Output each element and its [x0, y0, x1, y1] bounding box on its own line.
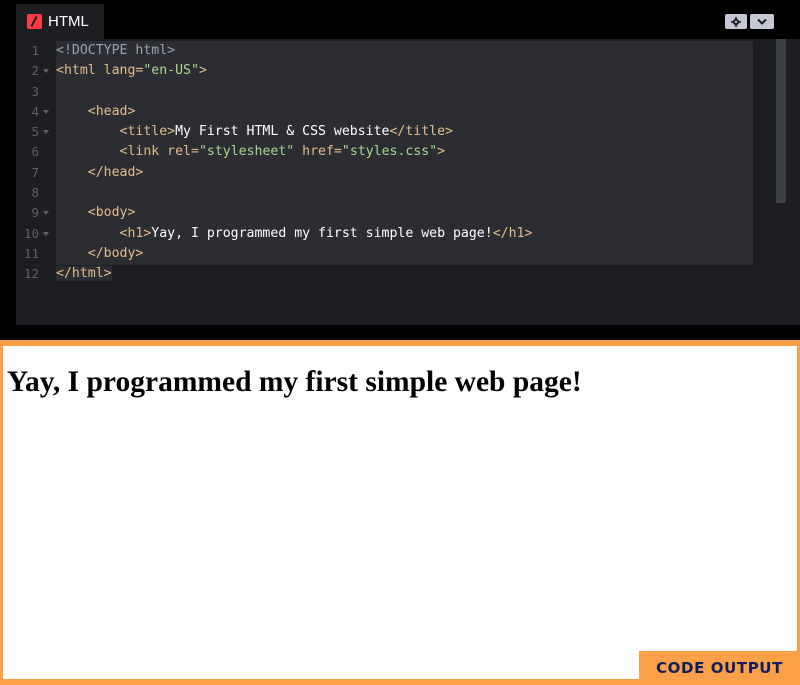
- code-token: "stylesheet": [198, 144, 295, 160]
- settings-button[interactable]: [725, 14, 747, 29]
- code-line[interactable]: </head>: [56, 163, 756, 183]
- line-number-text: 7: [31, 164, 39, 180]
- fold-arrow-icon[interactable]: [43, 211, 49, 216]
- code-line[interactable]: <!DOCTYPE html>: [56, 41, 756, 61]
- line-number-text: 9: [31, 205, 39, 221]
- code-token: <title>: [56, 124, 176, 140]
- code-line[interactable]: [56, 82, 756, 102]
- code-line[interactable]: <body>: [56, 203, 756, 223]
- line-number-text: 11: [23, 245, 39, 261]
- line-number: 9: [16, 203, 56, 223]
- line-number-text: 8: [31, 185, 39, 201]
- code-token: </h1>: [492, 225, 533, 241]
- line-number-gutter: 1 2 3 4 5 6 7 8 9 10 11 12: [16, 41, 56, 285]
- line-number: 4: [16, 102, 56, 122]
- code-line[interactable]: <title>My First HTML & CSS website</titl…: [56, 122, 756, 142]
- rendered-output: Yay, I programmed my first simple web pa…: [3, 346, 797, 679]
- line-number: 10: [16, 224, 56, 244]
- line-number-text: 6: [31, 144, 39, 160]
- line-number: 11: [16, 244, 56, 264]
- code-token: rel: [167, 144, 191, 160]
- code-output-label: CODE OUTPUT: [656, 659, 783, 677]
- code-token: lang: [103, 63, 136, 79]
- code-token: </head>: [56, 164, 144, 180]
- line-number-text: 2: [31, 63, 39, 79]
- code-token: >: [198, 63, 207, 79]
- code-token: <html: [56, 63, 104, 79]
- code-line[interactable]: <head>: [56, 102, 756, 122]
- code-line[interactable]: </body>: [56, 244, 756, 264]
- code-token: Yay, I programmed my first simple web pa…: [151, 225, 493, 241]
- code-editor-panel: HTML 1 2 3 4 5 6 7 8 9 10 11 12 <!DOCTYPE html> <htm…: [0, 0, 800, 325]
- code-token: <head>: [56, 103, 136, 119]
- code-line[interactable]: <link rel="stylesheet" href="styles.css"…: [56, 142, 756, 162]
- code-line[interactable]: [56, 183, 756, 203]
- line-number: 1: [16, 41, 56, 61]
- line-number-text: 12: [23, 266, 39, 282]
- code-token: =: [333, 144, 342, 160]
- code-token: "en-US": [143, 63, 199, 79]
- code-lines[interactable]: <!DOCTYPE html> <html lang="en-US"> <head…: [56, 41, 756, 285]
- line-number: 6: [16, 142, 56, 162]
- tab-html[interactable]: HTML: [16, 4, 104, 39]
- fold-arrow-icon[interactable]: [43, 130, 49, 135]
- line-number-text: 5: [31, 124, 39, 140]
- line-number: 7: [16, 163, 56, 183]
- code-token: <h1>: [56, 225, 152, 241]
- tab-html-label: HTML: [48, 13, 89, 30]
- code-token: </title>: [389, 124, 453, 140]
- code-token: My First HTML & CSS website: [175, 124, 390, 140]
- code-line[interactable]: <h1>Yay, I programmed my first simple we…: [56, 224, 756, 244]
- code-token: "styles.css": [341, 144, 438, 160]
- codepen-html-icon: [27, 14, 42, 29]
- line-number: 5: [16, 122, 56, 142]
- chevron-down-icon: [757, 18, 767, 25]
- line-number-text: 4: [31, 103, 39, 119]
- line-number-text: 1: [31, 43, 39, 58]
- line-number: 3: [16, 82, 56, 102]
- gear-icon: [731, 16, 741, 27]
- line-number: 2: [16, 61, 56, 81]
- code-token: <!DOCTYPE html>: [56, 43, 176, 58]
- fold-arrow-icon[interactable]: [43, 69, 49, 74]
- code-token: <link: [56, 144, 168, 160]
- code-token: </html>: [56, 266, 112, 282]
- fold-arrow-icon[interactable]: [43, 109, 49, 114]
- line-number: 8: [16, 183, 56, 203]
- editor-tab-bar: HTML: [16, 4, 800, 39]
- line-number-text: 10: [23, 225, 39, 241]
- code-token: href: [302, 144, 334, 160]
- code-token: =: [190, 144, 199, 160]
- code-token: </body>: [56, 245, 144, 261]
- code-line[interactable]: <html lang="en-US">: [56, 61, 756, 81]
- line-number-text: 3: [31, 83, 39, 99]
- options-dropdown-button[interactable]: [750, 14, 774, 29]
- code-output-frame: Yay, I programmed my first simple web pa…: [0, 340, 800, 685]
- code-editor[interactable]: 1 2 3 4 5 6 7 8 9 10 11 12 <!DOCTYPE html> <html lan…: [16, 39, 800, 325]
- fold-arrow-icon[interactable]: [43, 231, 49, 236]
- code-token: <body>: [56, 205, 136, 221]
- editor-scrollbar[interactable]: [776, 39, 786, 203]
- code-token: >: [437, 144, 446, 160]
- code-line[interactable]: </html>: [56, 264, 756, 284]
- output-heading: Yay, I programmed my first simple web pa…: [7, 366, 582, 398]
- code-output-badge: CODE OUTPUT: [639, 651, 800, 685]
- line-number: 12: [16, 264, 56, 284]
- top-border: [0, 0, 800, 3]
